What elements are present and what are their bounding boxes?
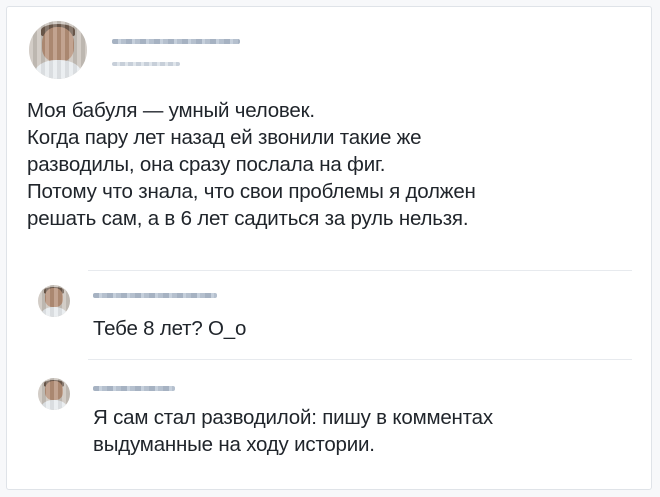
divider <box>88 270 632 271</box>
comment-avatar[interactable] <box>38 285 70 317</box>
post-text: Моя бабуля — умный человек. Когда пару л… <box>27 99 476 230</box>
author-avatar[interactable] <box>29 21 87 79</box>
comment-author-blurred[interactable] <box>93 386 175 391</box>
post-date-blurred <box>112 62 180 66</box>
comment-avatar[interactable] <box>38 378 70 410</box>
comment-text: Я сам стал разводилой: пишу в комментах … <box>93 406 493 456</box>
divider <box>88 359 632 360</box>
comment-author-blurred[interactable] <box>93 293 217 298</box>
comment-text: Тебе 8 лет? О_о <box>93 317 247 340</box>
author-name-blurred[interactable] <box>112 39 240 44</box>
